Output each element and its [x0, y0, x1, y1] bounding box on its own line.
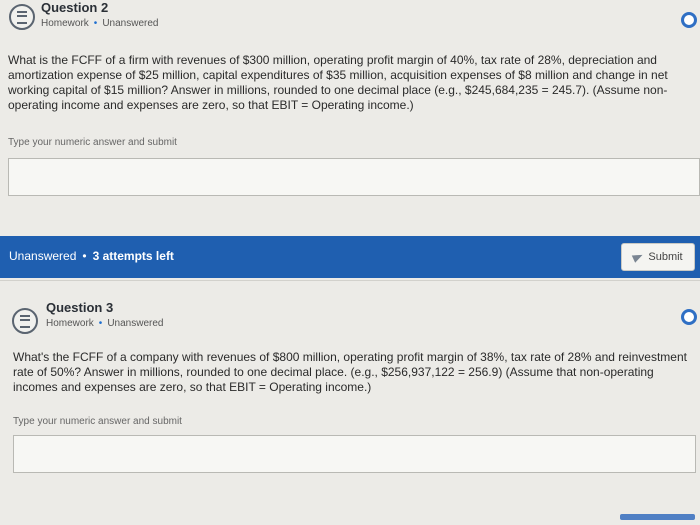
question-2-title: Question 2 — [41, 0, 109, 15]
question-list-icon — [12, 308, 38, 334]
status-circle-icon — [681, 12, 697, 28]
submit-bar-status: Unanswered • 3 attempts left — [9, 249, 174, 263]
attempts-left: 3 attempts left — [92, 249, 174, 263]
submit-button-label: Submit — [648, 251, 683, 263]
submit-bar-status-text: Unanswered — [9, 249, 77, 263]
next-bar-edge — [620, 514, 695, 520]
section-divider — [0, 280, 700, 281]
question-3-text: What's the FCFF of a company with revenu… — [13, 350, 687, 394]
question-2-hint: Type your numeric answer and submit — [8, 137, 177, 148]
question-3-title: Question 3 — [46, 300, 114, 315]
question-2-type: Homework — [41, 18, 89, 29]
submit-button[interactable]: Submit — [621, 243, 695, 271]
question-2-answer-input[interactable] — [8, 158, 700, 196]
separator-dot-icon: • — [82, 249, 87, 263]
question-2-header: Question 2 Homework • Unanswered — [0, 0, 700, 40]
separator-dot-icon: • — [93, 18, 98, 29]
separator-dot-icon: • — [98, 318, 103, 329]
question-2-text: What is the FCFF of a firm with revenues… — [8, 53, 668, 112]
submit-bar: Unanswered • 3 attempts left Submit — [0, 236, 700, 278]
paper-plane-icon — [632, 251, 645, 263]
question-2-meta: Homework • Unanswered — [41, 18, 158, 29]
question-3-hint: Type your numeric answer and submit — [13, 416, 182, 427]
question-2-status: Unanswered — [102, 18, 159, 29]
question-3-status: Unanswered — [107, 318, 164, 329]
status-circle-icon — [681, 309, 697, 325]
question-3-answer-input[interactable] — [13, 435, 696, 473]
question-3-type: Homework — [46, 318, 94, 329]
question-3-meta: Homework • Unanswered — [46, 318, 163, 329]
question-3-header: Question 3 Homework • Unanswered — [0, 296, 700, 336]
question-list-icon — [9, 4, 35, 30]
